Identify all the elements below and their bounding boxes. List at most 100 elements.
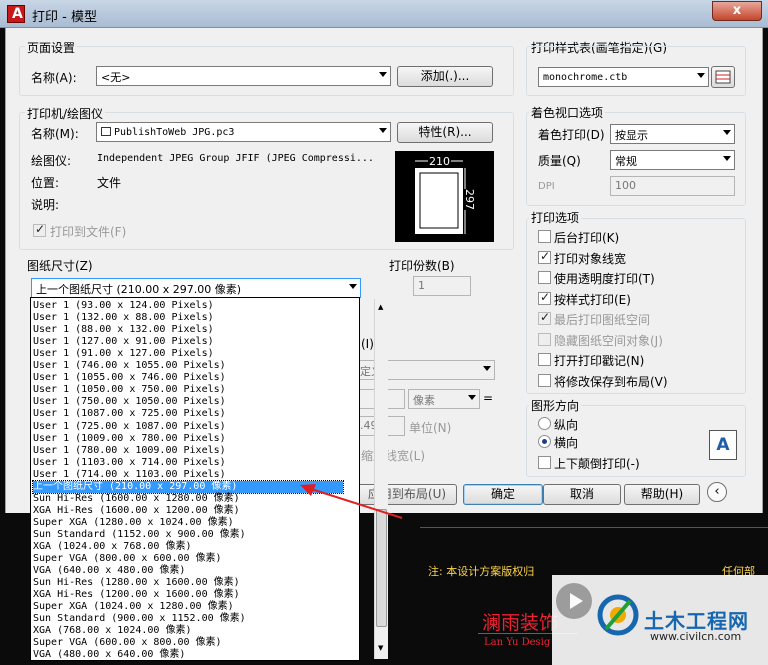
copies-label: 打印份数(B) (387, 257, 457, 274)
plot-option-checkbox[interactable] (538, 353, 551, 366)
paper-size-select[interactable]: 上一个图纸尺寸 (210.00 x 297.00 像素) (31, 278, 361, 298)
shaded-viewport-label: 着色视口选项 (529, 104, 606, 121)
paper-size-option[interactable]: User 1 (93.00 x 124.00 Pixels) (33, 300, 343, 312)
printer-icon (101, 127, 111, 136)
paper-size-option[interactable]: User 1 (1009.00 x 780.00 Pixels) (33, 433, 343, 445)
paper-size-option[interactable]: XGA Hi-Res (1200.00 x 1600.00 像素) (33, 589, 343, 601)
units-select[interactable]: 像素 (408, 389, 480, 409)
paper-size-option[interactable]: Super VGA (600.00 x 800.00 像素) (33, 637, 343, 649)
dpi-field[interactable]: 100 (610, 176, 735, 196)
paper-size-option[interactable]: User 1 (750.00 x 1050.00 Pixels) (33, 396, 343, 408)
location-label: 位置: (31, 176, 60, 190)
scroll-up-arrow-icon[interactable]: ▲ (378, 303, 383, 311)
watermark-play-icon (556, 583, 592, 619)
plotter-label: 绘图仪: (31, 154, 72, 168)
upside-down-checkbox[interactable] (538, 456, 551, 469)
plot-option-label: 打印对象线宽 (554, 251, 627, 266)
paper-size-option[interactable]: Super VGA (800.00 x 600.00 像素) (33, 553, 343, 565)
landscape-preview-icon: A (709, 430, 737, 460)
quality-label: 质量(Q) (538, 154, 581, 168)
cad-logo-sub: Lan Yu Desig (484, 637, 551, 648)
portrait-label: 纵向 (554, 418, 579, 432)
paper-size-option[interactable]: Sun Standard (1152.00 x 900.00 像素) (33, 529, 343, 541)
plot-style-select[interactable]: monochrome.ctb (538, 67, 709, 87)
units-value: 像素 (413, 394, 435, 407)
preview-height-text: 297 (463, 189, 476, 210)
paper-size-option[interactable]: User 1 (746.00 x 1055.00 Pixels) (33, 360, 343, 372)
paper-size-label: 图纸尺寸(Z) (25, 257, 95, 274)
plot-option-checkbox[interactable] (538, 290, 551, 305)
plot-style-value: monochrome.ctb (543, 72, 628, 83)
dpi-value: 100 (615, 179, 636, 192)
plot-option-checkbox[interactable] (538, 332, 551, 346)
cad-logo-text: 澜雨装饰 (482, 612, 559, 634)
plot-option-label: 将修改保存到布局(V) (554, 374, 668, 389)
shade-plot-select[interactable]: 按显示 (610, 124, 735, 144)
paper-size-option[interactable]: User 1 (1050.00 x 750.00 Pixels) (33, 384, 343, 396)
paper-size-option[interactable]: User 1 (88.00 x 132.00 Pixels) (33, 324, 343, 336)
plot-option-checkbox[interactable] (538, 230, 551, 243)
plot-option-checkbox[interactable] (538, 310, 551, 325)
scale-lineweights-label: 缩放线宽(L) (361, 449, 426, 463)
paper-size-option[interactable]: Super XGA (1024.00 x 1280.00 像素) (33, 601, 343, 613)
orientation-label: 图形方向 (529, 397, 582, 414)
paper-size-option[interactable]: User 1 (725.00 x 1087.00 Pixels) (33, 421, 343, 433)
print-to-file-label: 打印到文件(F) (50, 225, 127, 239)
paper-size-option[interactable]: User 1 (91.00 x 127.00 Pixels) (33, 348, 343, 360)
shade-plot-value: 按显示 (615, 129, 648, 142)
paper-size-option[interactable]: User 1 (1103.00 x 714.00 Pixels) (33, 457, 343, 469)
print-to-file-checkbox[interactable] (33, 222, 46, 237)
printer-properties-button[interactable]: 特性(R)... (397, 122, 493, 143)
paper-size-option[interactable]: XGA (768.00 x 1024.00 像素) (33, 625, 343, 637)
paper-size-option[interactable]: User 1 (132.00 x 88.00 Pixels) (33, 312, 343, 324)
printer-name-label: 名称(M): (31, 127, 79, 141)
plot-options-label: 打印选项 (529, 209, 582, 226)
edit-table-icon (715, 70, 731, 84)
landscape-radio[interactable] (538, 435, 551, 448)
printer-name-select[interactable]: PublishToWeb JPG.pc3 (96, 122, 391, 142)
paper-size-option[interactable]: User 1 (1087.00 x 725.00 Pixels) (33, 408, 343, 420)
paper-size-option[interactable]: User 1 (1055.00 x 746.00 Pixels) (33, 372, 343, 384)
annotation-arrow (300, 484, 403, 519)
chevron-left-icon: ‹ (714, 484, 720, 499)
dpi-label: DPI (538, 181, 555, 192)
plot-option-label: 打开打印戳记(N) (554, 354, 645, 368)
paper-size-option[interactable]: VGA (640.00 x 480.00 像素) (33, 565, 343, 577)
plot-option-label: 按样式打印(E) (554, 292, 631, 307)
quality-select[interactable]: 常规 (610, 150, 735, 170)
printer-group-label: 打印机/绘图仪 (25, 105, 106, 122)
add-page-setup-button[interactable]: 添加(.)... (397, 66, 493, 87)
plot-option-checkbox[interactable] (538, 373, 551, 387)
edit-plot-style-button[interactable] (711, 66, 735, 88)
page-setup-label: 页面设置 (25, 39, 78, 56)
window-title: 打印 - 模型 (32, 10, 97, 25)
close-button[interactable]: x (712, 1, 762, 21)
ok-button[interactable]: 确定 (463, 484, 543, 505)
portrait-radio[interactable] (538, 417, 551, 430)
copies-stepper[interactable]: 1 (413, 276, 471, 296)
paper-size-option[interactable]: Sun Hi-Res (1280.00 x 1600.00 像素) (33, 577, 343, 589)
paper-size-option[interactable]: Sun Standard (900.00 x 1152.00 像素) (33, 613, 343, 625)
description-label: 说明: (31, 198, 60, 212)
paper-size-option[interactable]: User 1 (780.00 x 1009.00 Pixels) (33, 445, 343, 457)
chevron-down-icon (483, 366, 491, 371)
plot-option-label: 隐藏图纸空间对象(J) (554, 333, 663, 348)
page-setup-name-select[interactable]: <无> (96, 66, 391, 86)
preview-width-text: 210 (428, 155, 451, 168)
paper-size-option[interactable]: User 1 (127.00 x 91.00 Pixels) (33, 336, 343, 348)
upside-down-label: 上下颠倒打印(-) (554, 457, 640, 471)
plot-option-checkbox[interactable] (538, 249, 551, 264)
paper-size-option[interactable]: VGA (480.00 x 640.00 像素) (33, 649, 343, 661)
cad-note-text: 注: 本设计方案版权归 (428, 565, 535, 578)
paper-size-option[interactable]: XGA (1024.00 x 768.00 像素) (33, 541, 343, 553)
window-titlebar[interactable]: 打印 - 模型 x (0, 0, 768, 28)
watermark: 土木工程网 www.civilcn.com (552, 575, 768, 665)
plot-area-label: (I) (361, 337, 374, 351)
scroll-down-arrow-icon[interactable]: ▼ (378, 644, 383, 652)
help-button[interactable]: 帮助(H) (624, 484, 700, 505)
plot-option-checkbox[interactable] (538, 271, 551, 284)
paper-preview: 210 297 (395, 151, 494, 242)
cancel-button[interactable]: 取消 (543, 484, 621, 505)
collapse-options-button[interactable]: ‹ (707, 482, 727, 502)
plotter-value: Independent JPEG Group JFIF (JPEG Compre… (97, 153, 374, 164)
